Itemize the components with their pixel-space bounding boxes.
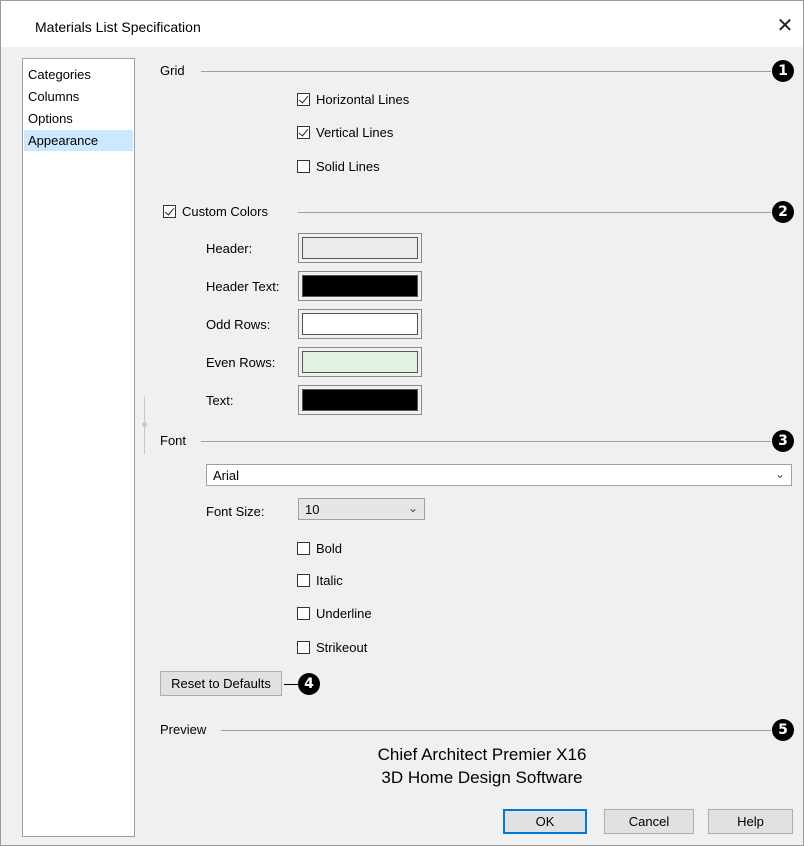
callout-badge-4: 4	[298, 673, 320, 695]
underline-label: Underline	[316, 606, 372, 621]
category-list: Categories Columns Options Appearance	[22, 58, 135, 837]
underline-checkbox[interactable]	[297, 607, 310, 620]
reset-to-defaults-button[interactable]: Reset to Defaults	[160, 671, 282, 696]
strikeout-label: Strikeout	[316, 640, 368, 655]
text-color-fill	[302, 389, 418, 411]
header-text-color-swatch[interactable]	[298, 271, 422, 301]
preview-text-line-2: 3D Home Design Software	[381, 768, 583, 787]
solid-lines-checkbox[interactable]	[297, 160, 310, 173]
help-label: Help	[737, 814, 764, 829]
callout-leader-4	[284, 684, 298, 685]
font-size-label: Font Size:	[206, 504, 265, 519]
preview-section-label: Preview	[160, 722, 207, 737]
horizontal-lines-option[interactable]: Horizontal Lines	[297, 92, 409, 107]
colors-divider	[298, 212, 771, 213]
solid-lines-option[interactable]: Solid Lines	[297, 159, 380, 174]
reset-to-defaults-label: Reset to Defaults	[171, 676, 271, 691]
splitter-grip	[142, 422, 147, 427]
vertical-lines-checkbox[interactable]	[297, 126, 310, 139]
italic-checkbox[interactable]	[297, 574, 310, 587]
strikeout-checkbox[interactable]	[297, 641, 310, 654]
header-color-label: Header:	[206, 241, 253, 256]
font-size-select[interactable]: 10 ⌄	[298, 498, 425, 520]
custom-colors-label: Custom Colors	[182, 204, 268, 219]
odd-rows-color-label: Odd Rows:	[206, 317, 271, 332]
italic-option[interactable]: Italic	[297, 573, 343, 588]
header-text-color-fill	[302, 275, 418, 297]
bold-label: Bold	[316, 541, 343, 556]
nav-item-options[interactable]: Options	[24, 108, 133, 129]
chevron-down-icon: ⌄	[774, 467, 785, 481]
horizontal-lines-label: Horizontal Lines	[316, 92, 410, 107]
odd-rows-color-fill	[302, 313, 418, 335]
callout-badge-1: 1	[772, 60, 794, 82]
header-text-color-label: Header Text:	[206, 279, 280, 294]
window-title: Materials List Specification	[35, 19, 201, 35]
close-icon[interactable]: ✕	[771, 11, 799, 39]
cancel-button[interactable]: Cancel	[604, 809, 694, 834]
custom-colors-checkbox[interactable]	[163, 205, 176, 218]
help-button[interactable]: Help	[708, 809, 793, 834]
solid-lines-label: Solid Lines	[316, 159, 380, 174]
font-divider	[201, 441, 771, 442]
font-family-value: Arial	[213, 467, 240, 483]
cancel-label: Cancel	[628, 814, 670, 829]
strikeout-option[interactable]: Strikeout	[297, 640, 367, 655]
text-color-label: Text:	[206, 393, 234, 408]
nav-item-categories[interactable]: Categories	[24, 64, 133, 85]
even-rows-color-fill	[302, 351, 418, 373]
preview-divider	[221, 730, 771, 731]
italic-label: Italic	[316, 573, 343, 588]
callout-badge-5: 5	[772, 719, 794, 741]
font-family-select[interactable]: Arial ⌄	[206, 464, 792, 486]
grid-section-label: Grid	[160, 63, 185, 78]
callout-badge-2: 2	[772, 201, 794, 223]
odd-rows-color-swatch[interactable]	[298, 309, 422, 339]
font-section-label: Font	[160, 433, 187, 448]
chevron-down-icon: ⌄	[407, 501, 418, 515]
grid-divider	[201, 71, 771, 72]
bold-checkbox[interactable]	[297, 542, 310, 555]
vertical-lines-option[interactable]: Vertical Lines	[297, 125, 393, 140]
even-rows-color-label: Even Rows:	[206, 355, 276, 370]
bold-option[interactable]: Bold	[297, 541, 342, 556]
even-rows-color-swatch[interactable]	[298, 347, 422, 377]
ok-label: OK	[535, 814, 555, 829]
custom-colors-option[interactable]: Custom Colors	[163, 204, 268, 219]
nav-item-columns[interactable]: Columns	[24, 86, 133, 107]
header-color-swatch[interactable]	[298, 233, 422, 263]
underline-option[interactable]: Underline	[297, 606, 372, 621]
materials-list-dialog: Materials List Specification ✕ Categorie…	[0, 0, 804, 846]
header-color-fill	[302, 237, 418, 259]
vertical-lines-label: Vertical Lines	[316, 125, 394, 140]
nav-item-appearance[interactable]: Appearance	[24, 130, 133, 151]
horizontal-lines-checkbox[interactable]	[297, 93, 310, 106]
text-color-swatch[interactable]	[298, 385, 422, 415]
ok-button[interactable]: OK	[503, 809, 587, 834]
font-size-value: 10	[305, 501, 320, 517]
callout-badge-3: 3	[772, 430, 794, 452]
preview-text-line-1: Chief Architect Premier X16	[377, 745, 587, 764]
title-bar: Materials List Specification ✕	[1, 1, 803, 47]
